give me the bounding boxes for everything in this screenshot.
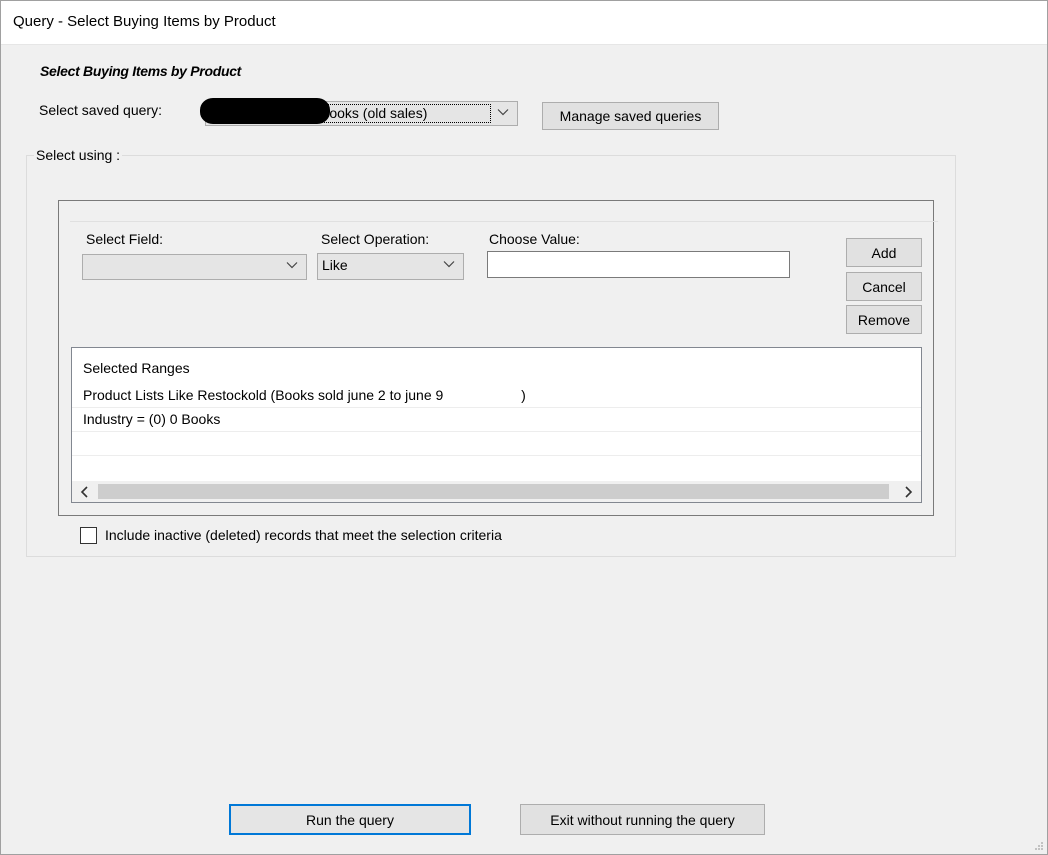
choose-value-input[interactable] [487, 251, 790, 278]
run-query-button[interactable]: Run the query [229, 804, 471, 835]
select-field-label: Select Field: [86, 231, 164, 247]
list-item[interactable]: Industry = (0) 0 Books [72, 408, 921, 432]
saved-query-label: Select saved query: [39, 102, 162, 118]
choose-value-label: Choose Value: [489, 231, 580, 247]
selected-ranges-header: Selected Ranges [83, 360, 190, 376]
chevron-down-icon [286, 262, 298, 269]
remove-button[interactable]: Remove [846, 305, 922, 334]
horizontal-scrollbar[interactable] [72, 481, 921, 502]
manage-saved-queries-button[interactable]: Manage saved queries [542, 102, 719, 130]
list-item-text: Industry = (0) 0 Books [83, 411, 221, 427]
cancel-button[interactable]: Cancel [846, 272, 922, 301]
exit-without-running-button[interactable]: Exit without running the query [520, 804, 765, 835]
chevron-down-icon [497, 109, 509, 116]
chevron-left-icon[interactable] [78, 485, 92, 499]
selected-ranges-list[interactable]: Selected Ranges Product Lists Like Resto… [71, 347, 922, 503]
chevron-right-icon[interactable] [901, 485, 915, 499]
window-title: Query - Select Buying Items by Product [13, 13, 276, 30]
select-field-dropdown[interactable] [82, 254, 307, 280]
include-inactive-label[interactable]: Include inactive (deleted) records that … [105, 527, 502, 543]
list-item-text: Product Lists Like Restockold (Books sol… [83, 387, 526, 403]
resize-grip-icon[interactable] [1034, 841, 1044, 851]
list-item[interactable]: Product Lists Like Restockold (Books sol… [72, 384, 921, 408]
scrollbar-thumb[interactable] [98, 484, 889, 499]
redaction-mark [200, 98, 330, 124]
select-operation-dropdown[interactable]: Like [317, 253, 464, 280]
select-operation-value: Like [322, 257, 348, 273]
add-button[interactable]: Add [846, 238, 922, 267]
select-operation-label: Select Operation: [321, 231, 430, 247]
chevron-down-icon [443, 261, 455, 268]
saved-query-value: Books (old sales) [320, 105, 428, 121]
include-inactive-checkbox[interactable] [80, 527, 97, 544]
select-using-label: Select using : [34, 147, 123, 163]
list-item-empty [72, 432, 921, 456]
title-bar[interactable]: Query - Select Buying Items by Product [0, 0, 1048, 45]
form-heading: Select Buying Items by Product [40, 63, 242, 79]
